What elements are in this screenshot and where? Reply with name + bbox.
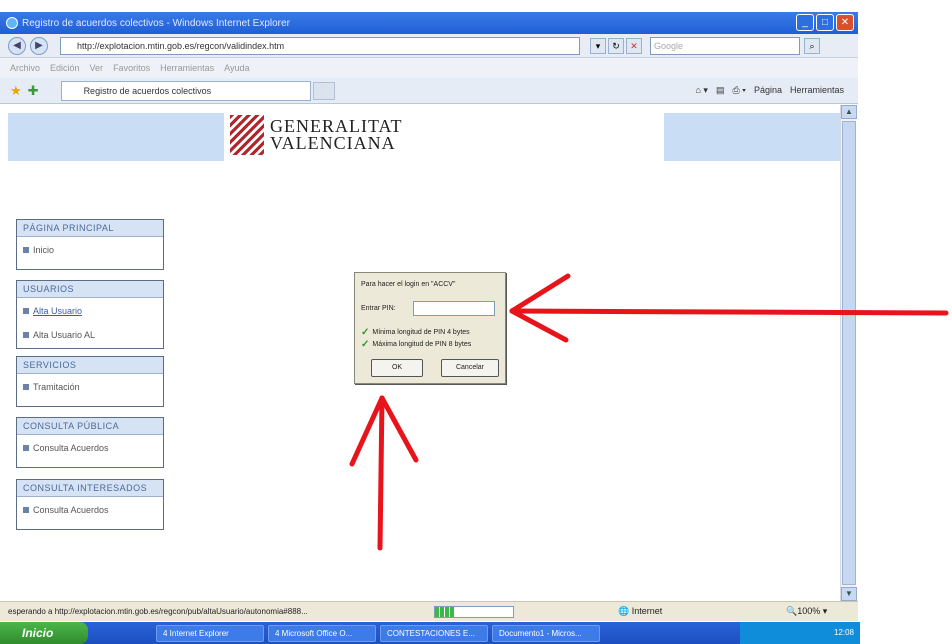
- back-icon[interactable]: ◀: [8, 36, 26, 55]
- browser-tab[interactable]: Registro de acuerdos colectivos: [60, 80, 311, 101]
- generalitat-logo: GENERALITAT VALENCIANA: [230, 115, 403, 155]
- bullet-icon: [23, 445, 29, 451]
- search-icon[interactable]: ⌕: [804, 37, 820, 54]
- bullet-icon: [23, 247, 29, 253]
- requirement-max: ✓ Máxima longitud de PIN 8 bytes: [361, 339, 472, 350]
- refresh-icon[interactable]: ↻: [608, 37, 624, 54]
- taskbar-item-folder[interactable]: CONTESTACIONES E...: [380, 624, 488, 642]
- header-band-left: [8, 113, 224, 161]
- menu-ver[interactable]: Ver: [90, 63, 104, 73]
- menu-heading: PÁGINA PRINCIPAL: [17, 220, 163, 237]
- taskbar-item-word[interactable]: Documento1 - Micros...: [492, 624, 600, 642]
- new-tab-button[interactable]: [312, 81, 335, 100]
- menu-ayuda[interactable]: Ayuda: [224, 63, 249, 73]
- system-tray: 12:08: [740, 622, 860, 644]
- dropdown-icon[interactable]: ▾: [590, 37, 606, 54]
- scroll-thumb[interactable]: [842, 121, 856, 585]
- progress-fill: [435, 607, 455, 617]
- menu-item-inicio[interactable]: Inicio: [17, 237, 163, 269]
- check-icon: ✓: [361, 327, 370, 338]
- stop-icon[interactable]: ✕: [626, 37, 642, 54]
- menu-item-alta-usuario-al[interactable]: Alta Usuario AL: [17, 322, 163, 348]
- menu-archivo[interactable]: Archivo: [10, 63, 40, 73]
- taskbar: Inicio 4 Internet Explorer 4 Microsoft O…: [0, 622, 860, 644]
- bullet-icon: [23, 308, 29, 314]
- favorites-star-icon[interactable]: ★: [10, 83, 22, 99]
- bullet-icon: [23, 332, 29, 338]
- cancel-button[interactable]: Cancelar: [441, 359, 499, 377]
- menu-item-consulta-acuerdos[interactable]: Consulta Acuerdos: [17, 435, 163, 467]
- menu-edicion[interactable]: Edición: [50, 63, 80, 73]
- menu-bar: Archivo Edición Ver Favoritos Herramient…: [0, 58, 858, 78]
- taskbar-item-ie[interactable]: 4 Internet Explorer: [156, 624, 264, 642]
- requirement-min: ✓ Mínima longitud de PIN 4 bytes: [361, 327, 470, 338]
- menu-consulta-interesados: CONSULTA INTERESADOS Consulta Acuerdos: [16, 479, 164, 530]
- print-icon[interactable]: ⎙ ▾: [732, 85, 745, 96]
- address-bar-row: ◀ ▶ http://explotacion.mtin.gob.es/regco…: [0, 34, 858, 58]
- bullet-icon: [23, 507, 29, 513]
- forward-icon[interactable]: ▶: [30, 36, 48, 55]
- menu-pagina-principal: PÁGINA PRINCIPAL Inicio: [16, 219, 164, 270]
- vertical-scrollbar[interactable]: ▲ ▼: [840, 105, 857, 601]
- dialog-message: Para hacer el login en "ACCV": [361, 281, 456, 288]
- progress-bar: [434, 606, 514, 618]
- zoom-level[interactable]: 🔍100% ▾: [786, 606, 827, 617]
- add-favorite-icon[interactable]: ✚: [28, 83, 39, 99]
- favorites-bar: ★ ✚ Registro de acuerdos colectivos ⌂ ▾ …: [0, 78, 858, 104]
- pin-dialog: Para hacer el login en "ACCV" Entrar PIN…: [354, 272, 506, 384]
- feeds-icon[interactable]: ▤: [716, 85, 725, 96]
- window-title: Registro de acuerdos colectivos - Window…: [22, 17, 290, 29]
- browser-window: Registro de acuerdos colectivos - Window…: [0, 0, 860, 644]
- menu-herramientas[interactable]: Herramientas: [160, 63, 214, 73]
- status-text: esperando a http://explotacion.mtin.gob.…: [8, 607, 308, 616]
- clock: 12:08: [833, 628, 854, 637]
- menu-heading: CONSULTA INTERESADOS: [17, 480, 163, 497]
- menu-heading: SERVICIOS: [17, 357, 163, 374]
- pin-label: Entrar PIN:: [361, 305, 396, 312]
- scroll-up-icon[interactable]: ▲: [841, 105, 857, 119]
- ie-icon: [6, 17, 18, 29]
- menu-item-alta-usuario[interactable]: Alta Usuario: [17, 298, 163, 322]
- check-icon: ✓: [361, 339, 370, 350]
- taskbar-item-office[interactable]: 4 Microsoft Office O...: [268, 624, 376, 642]
- menu-favoritos[interactable]: Favoritos: [113, 63, 150, 73]
- search-input[interactable]: Google: [650, 36, 800, 55]
- close-button[interactable]: ✕: [836, 14, 854, 31]
- pin-input[interactable]: [413, 301, 495, 316]
- menu-servicios: SERVICIOS Tramitación: [16, 356, 164, 407]
- bullet-icon: [23, 384, 29, 390]
- start-button[interactable]: Inicio: [0, 622, 88, 644]
- maximize-button[interactable]: □: [816, 14, 834, 31]
- logo-mark-icon: [230, 115, 264, 155]
- home-icon[interactable]: ⌂ ▾: [695, 85, 707, 96]
- menu-heading: USUARIOS: [17, 281, 163, 298]
- menu-item-tramitacion[interactable]: Tramitación: [17, 374, 163, 406]
- page-menu[interactable]: Página: [754, 85, 782, 96]
- globe-icon: 🌐: [618, 606, 630, 616]
- logo-line-2: VALENCIANA: [270, 133, 396, 153]
- address-input[interactable]: http://explotacion.mtin.gob.es/regcon/va…: [60, 36, 580, 55]
- menu-heading: CONSULTA PÚBLICA: [17, 418, 163, 435]
- ok-button[interactable]: OK: [371, 359, 423, 377]
- scroll-down-icon[interactable]: ▼: [841, 587, 857, 601]
- zone-indicator: 🌐 Internet: [618, 606, 663, 616]
- title-bar: Registro de acuerdos colectivos - Window…: [0, 12, 858, 34]
- status-bar: esperando a http://explotacion.mtin.gob.…: [0, 601, 858, 621]
- menu-usuarios: USUARIOS Alta Usuario Alta Usuario AL: [16, 280, 164, 349]
- minimize-button[interactable]: _: [796, 14, 814, 31]
- menu-item-consulta-acuerdos-interesados[interactable]: Consulta Acuerdos: [17, 497, 163, 529]
- header-band-right: [664, 113, 840, 161]
- tools-menu[interactable]: Herramientas: [790, 85, 844, 96]
- menu-consulta-publica: CONSULTA PÚBLICA Consulta Acuerdos: [16, 417, 164, 468]
